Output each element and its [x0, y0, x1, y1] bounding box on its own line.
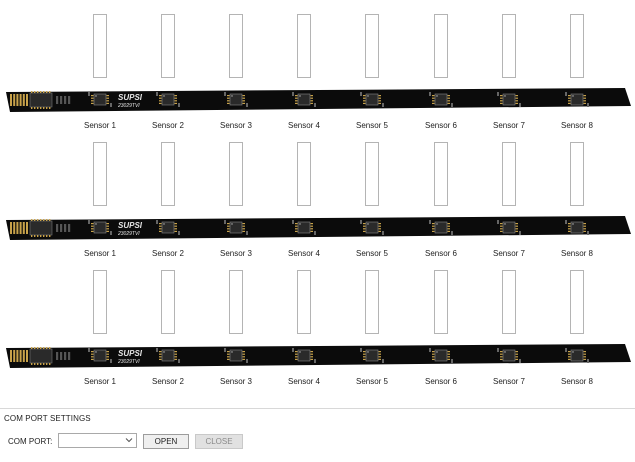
sensor-level-bar	[161, 270, 175, 334]
sensor-label: Sensor 2	[151, 249, 185, 258]
sensor-label: Sensor 8	[560, 377, 594, 386]
sensor-level-bar	[93, 142, 107, 206]
sensor-level-bar	[229, 14, 243, 78]
sensor-label: Sensor 4	[287, 249, 321, 258]
sensor-board-graphic: SUPSI23029TVI	[6, 88, 631, 112]
sensor-label: Sensor 5	[355, 249, 389, 258]
sensor-label: Sensor 7	[492, 377, 526, 386]
sensor-label: Sensor 1	[83, 121, 117, 130]
sensor-board-graphic: SUPSI23029TVI	[6, 216, 631, 240]
sensor-level-bar	[229, 142, 243, 206]
sensor-level-bar	[297, 142, 311, 206]
sensor-level-bar	[502, 14, 516, 78]
close-button[interactable]: CLOSE	[195, 434, 243, 449]
com-settings-title: COM PORT SETTINGS	[4, 414, 91, 423]
sensor-label: Sensor 7	[492, 249, 526, 258]
com-port-select[interactable]	[58, 433, 137, 448]
sensor-level-bar	[161, 14, 175, 78]
sensor-bank-2: SUPSI 23029TVI Sensor 1 Sensor 2 Sensor 3 Sen…	[0, 142, 635, 270]
sensor-level-bar	[161, 142, 175, 206]
sensor-label: Sensor 7	[492, 121, 526, 130]
sensor-level-bar	[570, 142, 584, 206]
sensor-label: Sensor 4	[287, 121, 321, 130]
sensor-level-bar	[93, 270, 107, 334]
board-logo: SUPSI	[118, 221, 143, 230]
sensor-level-bar	[502, 142, 516, 206]
sensor-level-bar	[570, 14, 584, 78]
sensor-label: Sensor 3	[219, 249, 253, 258]
sensor-level-bar	[229, 270, 243, 334]
sensor-level-bar	[297, 14, 311, 78]
sensor-label: Sensor 8	[560, 249, 594, 258]
sensor-label: Sensor 5	[355, 377, 389, 386]
sensor-level-bar	[434, 270, 448, 334]
sensor-level-bar	[570, 270, 584, 334]
chevron-down-icon	[125, 438, 133, 443]
board-code: 23029TVI	[117, 103, 140, 109]
sensor-level-bar	[297, 270, 311, 334]
sensor-level-bar	[365, 142, 379, 206]
sensor-level-bar	[434, 14, 448, 78]
board-code: 23029TVI	[117, 231, 140, 237]
sensor-label: Sensor 8	[560, 121, 594, 130]
open-button[interactable]: OPEN	[143, 434, 189, 449]
board-logo: SUPSI	[118, 349, 143, 358]
sensor-label: Sensor 6	[424, 121, 458, 130]
sensor-level-bar	[365, 270, 379, 334]
sensor-label: Sensor 5	[355, 121, 389, 130]
board-code: 23029TVI	[117, 359, 140, 365]
sensor-label: Sensor 3	[219, 121, 253, 130]
sensor-bank-3: SUPSI 23029TVI Sensor 1 Sensor 2 Sensor 3 Sen…	[0, 270, 635, 398]
sensor-label: Sensor 1	[83, 377, 117, 386]
sensor-label: Sensor 3	[219, 377, 253, 386]
sensor-label: Sensor 1	[83, 249, 117, 258]
sensor-label: Sensor 2	[151, 377, 185, 386]
sensor-board: SUPSI 23029TVI	[6, 344, 631, 368]
sensor-level-bar	[502, 270, 516, 334]
sensor-bank-1: SUPSI 23029TVI Sensor 1 Sensor 2 Sensor 3 Sen…	[0, 14, 635, 142]
com-port-label: COM PORT:	[8, 437, 53, 446]
sensor-label: Sensor 4	[287, 377, 321, 386]
sensor-label: Sensor 6	[424, 377, 458, 386]
board-logo: SUPSI	[118, 93, 143, 102]
sensor-level-bar	[434, 142, 448, 206]
sensor-board-graphic: SUPSI23029TVI	[6, 344, 631, 368]
sensor-label: Sensor 2	[151, 121, 185, 130]
sensor-board: SUPSI 23029TVI	[6, 88, 631, 112]
settings-divider	[0, 408, 635, 409]
sensor-label: Sensor 6	[424, 249, 458, 258]
sensor-board: SUPSI 23029TVI	[6, 216, 631, 240]
sensor-level-bar	[93, 14, 107, 78]
sensor-level-bar	[365, 14, 379, 78]
